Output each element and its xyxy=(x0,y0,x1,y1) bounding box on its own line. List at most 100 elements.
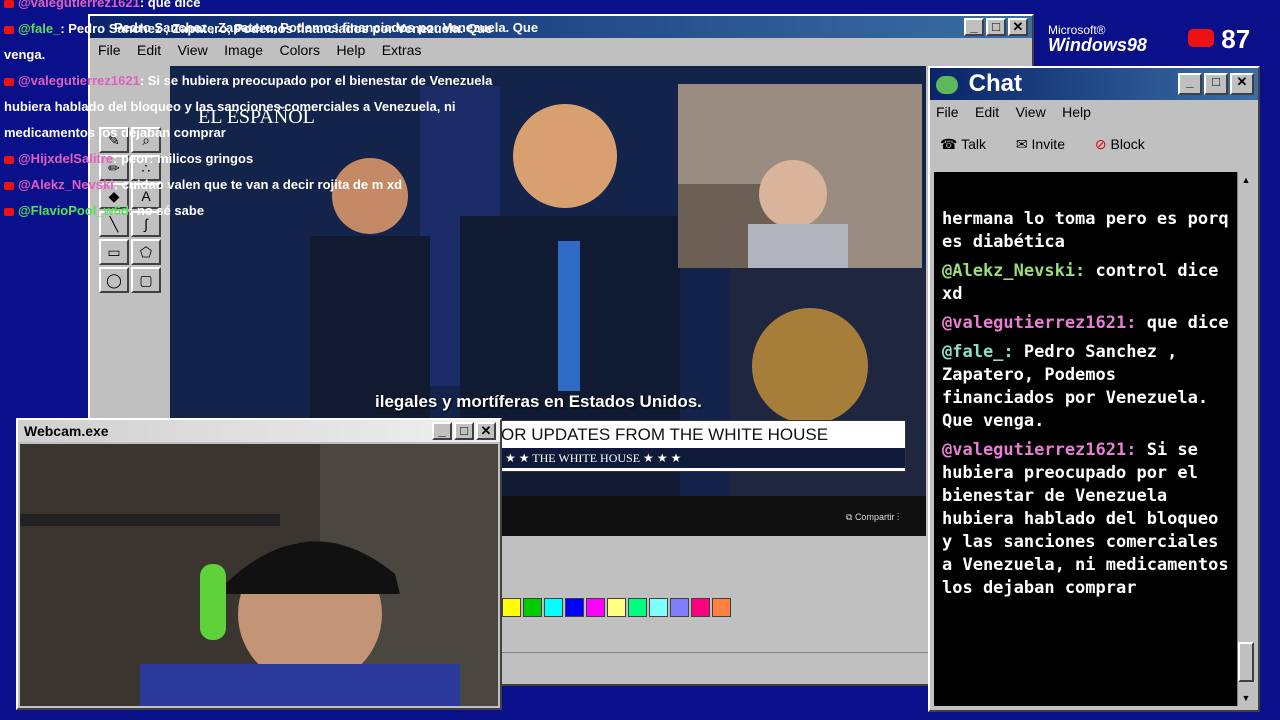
polygon-tool[interactable]: ⬠ xyxy=(131,239,161,265)
overlay-chat-line: @Alekz_Nevski: cuidao valen que te van a… xyxy=(0,172,540,198)
talk-button[interactable]: ☎ Talk xyxy=(940,136,986,152)
color-swatch[interactable] xyxy=(523,598,542,617)
news-banner: OR UPDATES FROM THE WHITE HOUSE ★ ★ THE … xyxy=(500,420,906,472)
chat-message-user: @fale_: xyxy=(942,342,1014,362)
color-swatch[interactable] xyxy=(502,598,521,617)
youtube-icon xyxy=(4,25,14,34)
color-swatch[interactable] xyxy=(628,598,647,617)
overlay-chat-text: : Pedro Sanchez , Zapatero, Podemos fina… xyxy=(60,21,493,36)
chat-message: @valegutierrez1621: Si se hubiera preocu… xyxy=(942,439,1232,600)
color-swatch[interactable] xyxy=(544,598,563,617)
banner-subline: ★ ★ THE WHITE HOUSE ★ ★ ★ xyxy=(501,448,905,468)
share-button[interactable]: ⧉ Compartir ⋮ xyxy=(846,512,899,523)
webcam-window: Webcam.exe _ □ ✕ xyxy=(16,418,502,710)
overlay-chat-user: @Alekz_Nevski xyxy=(18,177,114,192)
ms-line2: Windows98 xyxy=(1048,35,1147,55)
invite-icon: ✉ xyxy=(1015,136,1028,152)
color-swatch[interactable] xyxy=(607,598,626,617)
inset-camera xyxy=(678,84,922,268)
color-swatch[interactable] xyxy=(691,598,710,617)
scroll-up-arrow[interactable]: ▲ xyxy=(1238,172,1254,188)
webcam-minimize-button[interactable]: _ xyxy=(432,422,452,440)
talk-label: Talk xyxy=(961,136,986,152)
minimize-button[interactable]: _ xyxy=(964,18,984,36)
scroll-down-arrow[interactable]: ▼ xyxy=(1238,690,1254,706)
overlay-chat-line: @valegutierrez1621: Si se hubiera preocu… xyxy=(0,68,540,94)
chat-menu-edit[interactable]: Edit xyxy=(975,104,999,120)
invite-label: Invite xyxy=(1031,136,1065,152)
overlay-chat-user: @valegutierrez1621 xyxy=(18,73,140,88)
overlay-chat-line: medicamentos los dejaban comprar xyxy=(0,120,540,146)
webcam-title: Webcam.exe xyxy=(24,423,109,439)
talk-icon: ☎ xyxy=(940,136,958,152)
chat-close-button[interactable]: ✕ xyxy=(1230,73,1254,95)
youtube-icon xyxy=(4,181,14,190)
overlay-chat-text: : peor: milicos gringos xyxy=(113,151,254,166)
share-label: Compartir xyxy=(854,512,895,522)
youtube-icon xyxy=(4,207,14,216)
overlay-chat-line: @valegutierrez1621: que dice xyxy=(0,0,540,16)
youtube-counter: 87 xyxy=(1188,24,1250,55)
video-subtitle: ilegales y mortíferas en Estados Unidos. xyxy=(375,392,702,411)
windows-logo: Microsoft® Windows98 xyxy=(1048,24,1147,54)
scroll-thumb[interactable] xyxy=(1238,642,1254,682)
overlay-chat-user: @valegutierrez1621 xyxy=(18,0,140,10)
ellipse-tool[interactable]: ◯ xyxy=(99,267,129,293)
chat-window: Chat _ □ ✕ File Edit View Help ☎ Talk ✉ … xyxy=(928,66,1260,712)
overlay-chat-text: medicamentos los dejaban comprar xyxy=(4,125,226,140)
webcam-titlebar: Webcam.exe _ □ ✕ xyxy=(18,420,500,442)
overlay-chat-line: venga. xyxy=(0,42,540,68)
chat-message-text: que dice xyxy=(1136,313,1229,333)
overlay-chat-text: : que dice xyxy=(139,0,201,10)
overlay-chat-text: hubiera hablado del bloqueo y las sancio… xyxy=(4,99,456,114)
color-swatch[interactable] xyxy=(670,598,689,617)
chat-message: hermana lo toma pero es porq es diabétic… xyxy=(942,208,1232,254)
overlay-chat-user: @HijxdelSalitre xyxy=(18,151,114,166)
rect-tool[interactable]: ▭ xyxy=(99,239,129,265)
chat-scrollbar[interactable]: ▲ ▼ xyxy=(1237,172,1254,706)
chat-messages: hermana lo toma pero es porq es diabétic… xyxy=(942,208,1232,606)
chat-menu-view[interactable]: View xyxy=(1016,104,1046,120)
chat-people-icon xyxy=(936,75,958,94)
overlay-chat-text: venga. xyxy=(4,47,46,62)
overlay-chat-user: @fale_ xyxy=(18,21,61,36)
chat-message: @valegutierrez1621: que dice xyxy=(942,312,1232,335)
chat-titlebar: Chat _ □ ✕ xyxy=(930,68,1258,100)
banner-headline: OR UPDATES FROM THE WHITE HOUSE xyxy=(501,425,829,444)
rounded-rect-tool[interactable]: ▢ xyxy=(131,267,161,293)
block-icon: ⊘ xyxy=(1094,136,1107,152)
chat-minimize-button[interactable]: _ xyxy=(1178,73,1202,95)
color-swatch[interactable] xyxy=(565,598,584,617)
color-swatch[interactable] xyxy=(712,598,731,617)
youtube-icon xyxy=(4,77,14,86)
chat-log[interactable]: hermana lo toma pero es porq es diabétic… xyxy=(934,172,1240,706)
chat-message-text: Si se hubiera preocupado por el bienesta… xyxy=(942,440,1229,598)
youtube-icon xyxy=(1188,29,1214,48)
invite-button[interactable]: ✉ Invite xyxy=(1016,136,1065,152)
overlay-chat: @valegutierrez1621: que dice @fale_: Pedr… xyxy=(0,0,540,224)
youtube-icon xyxy=(4,0,14,8)
block-button[interactable]: ⊘ Block xyxy=(1095,136,1145,152)
webcam-maximize-button[interactable]: □ xyxy=(454,422,474,440)
chat-message: @fale_: Pedro Sanchez , Zapatero, Podemo… xyxy=(942,341,1232,433)
overlay-chat-line: @fale_: Pedro Sanchez , Zapatero, Podemo… xyxy=(0,16,540,42)
maximize-button[interactable]: □ xyxy=(986,18,1006,36)
chat-maximize-button[interactable]: □ xyxy=(1204,73,1228,95)
chat-menubar: File Edit View Help xyxy=(930,100,1258,124)
chat-message-user: @Alekz_Nevski: xyxy=(942,261,1086,281)
color-palette xyxy=(502,598,733,622)
chat-toolbar: ☎ Talk ✉ Invite ⊘ Block xyxy=(930,124,1258,164)
color-swatch[interactable] xyxy=(649,598,668,617)
overlay-chat-text: : no sé sabe xyxy=(128,203,205,218)
chat-menu-help[interactable]: Help xyxy=(1062,104,1091,120)
webcam-close-button[interactable]: ✕ xyxy=(476,422,496,440)
chat-message-text: hermana lo toma pero es porq es diabétic… xyxy=(942,209,1229,252)
close-button[interactable]: ✕ xyxy=(1008,18,1028,36)
chat-title: Chat xyxy=(968,70,1023,97)
color-swatch[interactable] xyxy=(586,598,605,617)
viewer-count: 87 xyxy=(1221,24,1251,54)
overlay-chat-text: : cuidao valen que te van a decir rojita… xyxy=(113,177,403,192)
webcam-feed xyxy=(20,444,498,706)
chat-menu-file[interactable]: File xyxy=(936,104,959,120)
chat-message: @Alekz_Nevski: control dice xd xyxy=(942,260,1232,306)
